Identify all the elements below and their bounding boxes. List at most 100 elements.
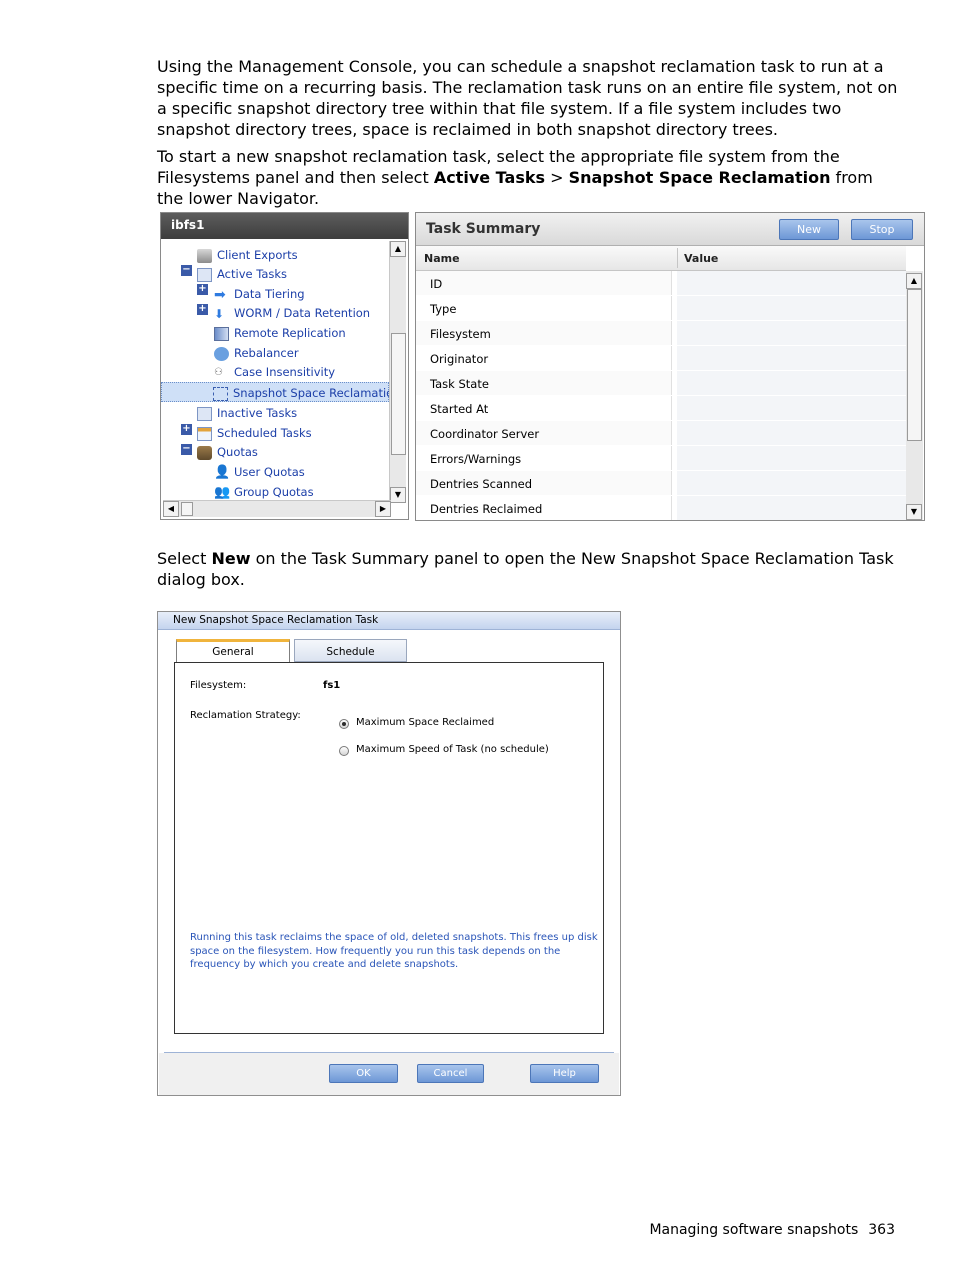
footer-section-title: Managing software snapshots bbox=[649, 1222, 859, 1238]
tasks-icon bbox=[197, 406, 212, 421]
tree-item-active-tasks[interactable]: Active Tasks bbox=[197, 264, 287, 284]
table-row[interactable]: Originator bbox=[416, 346, 906, 372]
scrollbar-thumb[interactable] bbox=[181, 502, 193, 516]
row-value-cell bbox=[677, 471, 906, 495]
task-summary-panel: Task Summary New Stop Name Value ID Type F… bbox=[415, 212, 925, 522]
navigator-panel: ibfs1 Client Exports − Active Tasks + ➡ D… bbox=[160, 212, 409, 520]
instruction-paragraph: To start a new snapshot reclamation task… bbox=[157, 146, 902, 209]
middle-text: Select bbox=[157, 549, 212, 568]
task-summary-title: Task Summary bbox=[426, 221, 541, 237]
scroll-up-icon[interactable]: ▲ bbox=[906, 273, 922, 289]
value-column-header[interactable]: Value bbox=[684, 252, 718, 265]
tree-item-rebalancer[interactable]: Rebalancer bbox=[214, 343, 299, 363]
scroll-down-icon[interactable]: ▼ bbox=[390, 487, 406, 503]
new-button[interactable]: New bbox=[779, 219, 839, 240]
replication-icon bbox=[214, 326, 229, 341]
tree-item-group-quotas[interactable]: 👥 Group Quotas bbox=[214, 482, 314, 502]
rebalance-icon bbox=[214, 346, 229, 361]
snapshot-reclamation-term: Snapshot Space Reclamation bbox=[568, 168, 831, 187]
tab-general[interactable]: General bbox=[176, 639, 290, 662]
scroll-left-icon[interactable]: ◀ bbox=[163, 501, 179, 517]
tree-item-case-insensitivity[interactable]: ⚇ Case Insensitivity bbox=[214, 362, 335, 382]
tree-item-scheduled-tasks[interactable]: Scheduled Tasks bbox=[197, 423, 312, 443]
row-value-cell bbox=[677, 371, 906, 395]
table-row[interactable]: Task State bbox=[416, 371, 906, 397]
tree-item-snapshot-space-reclamation[interactable]: Snapshot Space Reclamation bbox=[161, 382, 391, 402]
scrollbar-thumb[interactable] bbox=[907, 289, 922, 441]
row-value-cell bbox=[677, 496, 906, 520]
row-name-cell: Type bbox=[416, 296, 672, 320]
table-row[interactable]: Errors/Warnings bbox=[416, 446, 906, 472]
tree-item-user-quotas[interactable]: 👤 User Quotas bbox=[214, 462, 305, 482]
maximum-speed-radio[interactable] bbox=[339, 746, 349, 756]
page-footer: Managing software snapshots 363 bbox=[649, 1222, 895, 1238]
tree-item-client-exports[interactable]: Client Exports bbox=[197, 245, 298, 265]
tasks-icon bbox=[197, 267, 212, 282]
stop-button[interactable]: Stop bbox=[851, 219, 913, 240]
expand-icon[interactable]: + bbox=[197, 304, 208, 315]
help-button[interactable]: Help bbox=[530, 1064, 599, 1083]
task-vertical-scrollbar[interactable]: ▲ ▼ bbox=[906, 271, 923, 520]
group-icon: 👥 bbox=[214, 484, 231, 500]
row-value-cell bbox=[677, 421, 906, 445]
table-row[interactable]: Filesystem bbox=[416, 321, 906, 347]
table-row[interactable]: Coordinator Server bbox=[416, 421, 906, 447]
navigator-header: ibfs1 bbox=[161, 213, 408, 239]
maximum-space-radio[interactable] bbox=[339, 719, 349, 729]
row-value-cell bbox=[677, 296, 906, 320]
maximum-space-option-label[interactable]: Maximum Space Reclaimed bbox=[356, 717, 494, 728]
middle-end-text: on the Task Summary panel to open the Ne… bbox=[157, 549, 894, 589]
scroll-right-icon[interactable]: ▶ bbox=[375, 501, 391, 517]
row-value-cell bbox=[677, 446, 906, 470]
active-tasks-term: Active Tasks bbox=[433, 168, 545, 187]
user-icon: 👤 bbox=[214, 464, 231, 480]
row-name-cell: Dentries Scanned bbox=[416, 471, 672, 495]
table-row[interactable]: Dentries Scanned bbox=[416, 471, 906, 497]
scroll-up-icon[interactable]: ▲ bbox=[390, 241, 406, 257]
page-number: 363 bbox=[868, 1222, 895, 1238]
table-row[interactable]: Dentries Reclaimed bbox=[416, 496, 906, 522]
tree-item-inactive-tasks[interactable]: Inactive Tasks bbox=[197, 403, 297, 423]
info-text: Running this task reclaims the space of … bbox=[190, 932, 598, 970]
tree-item-remote-replication[interactable]: Remote Replication bbox=[214, 323, 346, 343]
download-icon: ⬇ bbox=[214, 306, 225, 321]
navigator-horizontal-scrollbar[interactable]: ◀ ▶ bbox=[163, 500, 391, 517]
separator-text: > bbox=[545, 168, 569, 187]
navigator-vertical-scrollbar[interactable]: ▲ ▼ bbox=[389, 241, 406, 503]
tree-item-worm-data-retention[interactable]: ⬇ WORM / Data Retention bbox=[214, 303, 370, 323]
row-value-cell bbox=[677, 271, 906, 295]
expand-icon[interactable]: + bbox=[181, 424, 192, 435]
row-name-cell: Dentries Reclaimed bbox=[416, 496, 672, 520]
maximum-speed-option-label[interactable]: Maximum Speed of Task (no schedule) bbox=[356, 744, 549, 755]
ok-button[interactable]: OK bbox=[329, 1064, 398, 1083]
scroll-down-icon[interactable]: ▼ bbox=[906, 504, 922, 520]
quota-icon bbox=[197, 445, 212, 460]
general-tab-panel: Filesystem: fs1 Reclamation Strategy: Ma… bbox=[174, 662, 604, 1034]
collapse-icon[interactable]: − bbox=[181, 444, 192, 455]
task-summary-header: Task Summary New Stop bbox=[416, 213, 924, 246]
collapse-icon[interactable]: − bbox=[181, 265, 192, 276]
filesystem-label: Filesystem: bbox=[190, 680, 247, 691]
row-name-cell: Filesystem bbox=[416, 321, 672, 345]
row-name-cell: Task State bbox=[416, 371, 672, 395]
row-name-cell: Coordinator Server bbox=[416, 421, 672, 445]
calendar-icon bbox=[197, 426, 212, 441]
row-value-cell bbox=[677, 346, 906, 370]
row-name-cell: ID bbox=[416, 271, 672, 295]
expand-icon[interactable]: + bbox=[197, 284, 208, 295]
table-row[interactable]: Type bbox=[416, 296, 906, 322]
cancel-button[interactable]: Cancel bbox=[417, 1064, 484, 1083]
intro-paragraph: Using the Management Console, you can sc… bbox=[157, 57, 898, 139]
scrollbar-thumb[interactable] bbox=[391, 333, 406, 455]
table-row[interactable]: ID bbox=[416, 271, 906, 297]
tree-item-data-tiering[interactable]: ➡ Data Tiering bbox=[214, 284, 305, 304]
row-name-cell: Originator bbox=[416, 346, 672, 370]
dialog-title: New Snapshot Space Reclamation Task bbox=[158, 612, 620, 630]
table-row[interactable]: Started At bbox=[416, 396, 906, 422]
dialog-instruction-paragraph: Select New on the Task Summary panel to … bbox=[157, 548, 902, 590]
table-header: Name Value bbox=[416, 246, 906, 271]
tree-item-quotas[interactable]: Quotas bbox=[197, 442, 258, 462]
name-column-header[interactable]: Name bbox=[424, 252, 460, 265]
row-name-cell: Errors/Warnings bbox=[416, 446, 672, 470]
tab-schedule[interactable]: Schedule bbox=[294, 639, 407, 662]
